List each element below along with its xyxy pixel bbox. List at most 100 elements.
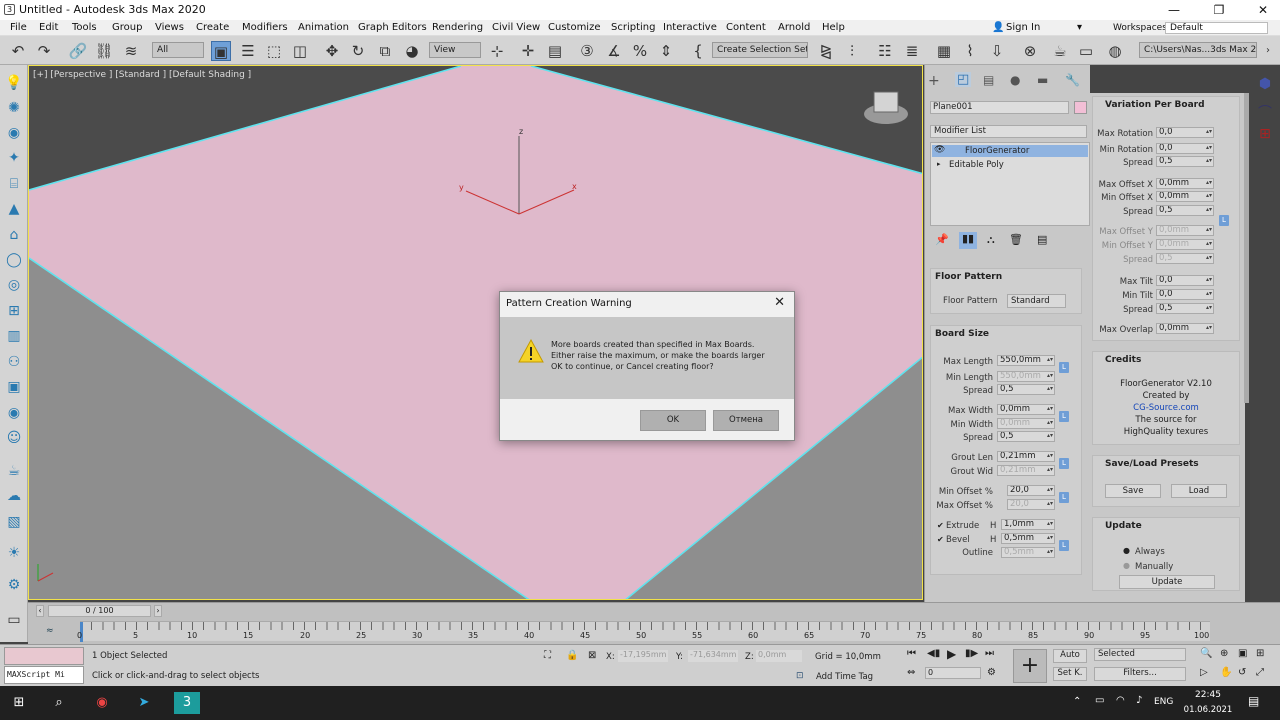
credits-link[interactable]: CG-Source.com — [1093, 403, 1239, 413]
extrude-spinner[interactable]: 1,0mm — [1001, 519, 1055, 530]
mirror-icon[interactable]: ⧎ — [816, 41, 836, 61]
pin-stack-icon[interactable]: 📌 — [935, 233, 949, 246]
make-unique-icon[interactable]: ⛬ — [987, 233, 995, 247]
zoom-all-icon[interactable]: ⊕ — [1220, 648, 1228, 659]
chevron-up-icon[interactable]: ⌃ — [1073, 696, 1081, 707]
cone-icon[interactable]: ▲ — [4, 199, 24, 219]
show-end-result-icon[interactable]: ▮▮ — [959, 232, 977, 249]
restore-button[interactable]: ❐ — [1208, 2, 1230, 18]
rollout-title[interactable]: Floor Pattern — [935, 272, 1002, 282]
absolute-mode-icon[interactable]: ⊠ — [588, 650, 596, 661]
lock-button[interactable]: L — [1059, 362, 1069, 373]
spread-offset-x-spinner[interactable]: 0,5 — [1156, 205, 1214, 216]
render-setup-icon[interactable]: ☕ — [1050, 41, 1070, 61]
time-slider[interactable]: 0 / 100 — [48, 605, 151, 617]
save-button[interactable]: Save — [1105, 484, 1161, 498]
grout-wid-spinner[interactable]: 0,21mm — [997, 465, 1055, 476]
object-name-field[interactable]: Plane001 — [930, 101, 1069, 114]
max-offset-spinner[interactable]: 20,0 — [1007, 499, 1055, 510]
select-by-name-icon[interactable]: ☰ — [238, 41, 258, 61]
time-config-icon[interactable]: ⚙ — [987, 667, 996, 678]
panel-scrollbar[interactable] — [1244, 93, 1249, 403]
align-icon[interactable]: ⫶ — [842, 41, 862, 61]
clock-time[interactable]: 22:45 — [1188, 690, 1228, 700]
menu-views[interactable]: Views — [155, 22, 184, 33]
go-to-end-icon[interactable]: ⏭ — [985, 648, 994, 659]
rollout-title[interactable]: Credits — [1105, 355, 1141, 365]
viewcube-icon[interactable] — [874, 92, 898, 112]
go-to-start-icon[interactable]: ⏮ — [907, 648, 916, 659]
chevron-left-icon[interactable]: ‹ — [36, 605, 44, 617]
menu-interactive[interactable]: Interactive — [663, 22, 717, 33]
max-overlap-spinner[interactable]: 0,0mm — [1156, 323, 1214, 334]
object-color-swatch[interactable] — [1074, 101, 1087, 114]
menu-group[interactable]: Group — [112, 22, 142, 33]
extrude-checkbox[interactable]: ✔ — [937, 521, 944, 530]
minimize-button[interactable]: — — [1163, 2, 1185, 18]
unlink-icon[interactable]: ⛓ — [94, 41, 114, 61]
lock-button[interactable]: L — [1219, 215, 1229, 226]
menu-arnold[interactable]: Arnold — [778, 22, 810, 33]
menu-graph-editors[interactable]: Graph Editors — [358, 22, 427, 33]
render-frame-icon[interactable]: ▭ — [1076, 41, 1096, 61]
create-tab-icon[interactable]: + — [928, 73, 940, 89]
sign-in-button[interactable]: Sign In — [1006, 22, 1040, 33]
spread-tilt-spinner[interactable]: 0,5 — [1156, 303, 1214, 314]
sun-icon[interactable]: ✺ — [4, 98, 24, 118]
min-width-spinner[interactable]: 0,0mm — [997, 418, 1055, 429]
project-path-field[interactable]: C:\Users\Nas...3ds Max 2020 — [1139, 42, 1257, 58]
light-object-icon[interactable]: ☀ — [4, 543, 24, 563]
layer-explorer-icon[interactable]: ≣ — [902, 41, 922, 61]
z-coordinate-field[interactable]: 0,0mm — [756, 650, 802, 662]
min-offset-spinner[interactable]: 20,0 — [1007, 485, 1055, 496]
bevel-checkbox[interactable]: ✔ — [937, 535, 944, 544]
select-manipulate-icon[interactable]: ✛ — [518, 41, 538, 61]
menu-create[interactable]: Create — [196, 22, 229, 33]
modifier-list-dropdown[interactable]: Modifier List — [930, 125, 1087, 138]
scene-explorer-icon[interactable]: ☷ — [875, 41, 895, 61]
modify-tab-icon[interactable]: ◰ — [955, 72, 972, 87]
rollout-title[interactable]: Save/Load Presets — [1105, 459, 1199, 469]
spread-rotation-spinner[interactable]: 0,5 — [1156, 156, 1214, 167]
zoom-extents-all-icon[interactable]: ⊞ — [1256, 648, 1264, 659]
grout-len-spinner[interactable]: 0,21mm — [997, 451, 1055, 462]
box-icon[interactable]: ▣ — [4, 377, 24, 397]
time-tag-icon[interactable]: ⊡ — [796, 671, 804, 681]
cube-icon[interactable]: ⬢ — [1255, 76, 1275, 96]
lightbulb-icon[interactable]: 💡 — [4, 73, 24, 93]
3ds-max-taskbar-icon[interactable]: 3 — [174, 692, 200, 714]
zoom-extents-icon[interactable]: ▣ — [1238, 648, 1247, 659]
zoom-icon[interactable]: 🔍 — [1200, 648, 1212, 659]
ruler-icon[interactable]: ⌸ — [4, 174, 24, 194]
bevel-spinner[interactable]: 0,5mm — [1001, 533, 1055, 544]
curve-icon[interactable]: ⌒ — [1255, 102, 1275, 122]
y-coordinate-field[interactable]: -71,634mm — [688, 650, 738, 662]
image-icon[interactable]: ▧ — [4, 512, 24, 532]
search-icon[interactable]: ⌕ — [48, 692, 70, 714]
maxscript-listener-top[interactable] — [4, 647, 84, 665]
key-mode-icon[interactable]: ⇔ — [907, 667, 915, 678]
load-button[interactable]: Load — [1171, 484, 1227, 498]
named-selection-dropdown[interactable]: Create Selection Set — [712, 42, 808, 58]
rectangular-selection-icon[interactable]: ⬚ — [264, 41, 284, 61]
floor-pattern-dropdown[interactable]: Standard — [1007, 294, 1066, 308]
spread-offset-y-spinner[interactable]: 0,5 — [1156, 253, 1214, 264]
language-indicator[interactable]: ENG — [1154, 697, 1173, 707]
stack-item-editable-poly[interactable]: Editable Poly — [949, 160, 1004, 170]
min-offset-x-spinner[interactable]: 0,0mm — [1156, 191, 1214, 202]
max-length-spinner[interactable]: 550,0mm — [997, 355, 1055, 366]
viewport-layout-icon[interactable]: ▭ — [4, 610, 24, 630]
close-button[interactable]: ✕ — [1252, 2, 1274, 18]
orbit-icon[interactable]: ↺ — [1238, 667, 1246, 678]
menu-rendering[interactable]: Rendering — [432, 22, 483, 33]
cancel-button[interactable]: Отмена — [713, 410, 779, 431]
chrome-icon[interactable]: ◉ — [91, 692, 113, 714]
windows-start-icon[interactable]: ⊞ — [8, 692, 30, 714]
min-tilt-spinner[interactable]: 0,0 — [1156, 289, 1214, 300]
placement-icon[interactable]: ◕ — [402, 41, 422, 61]
min-length-spinner[interactable]: 550,0mm — [997, 371, 1055, 382]
angle-snap-icon[interactable]: ∡ — [604, 41, 624, 61]
trash-icon[interactable]: 🗑 — [1009, 233, 1023, 246]
undo-icon[interactable]: ↶ — [8, 41, 28, 61]
skull-icon[interactable]: ☺ — [4, 428, 24, 448]
